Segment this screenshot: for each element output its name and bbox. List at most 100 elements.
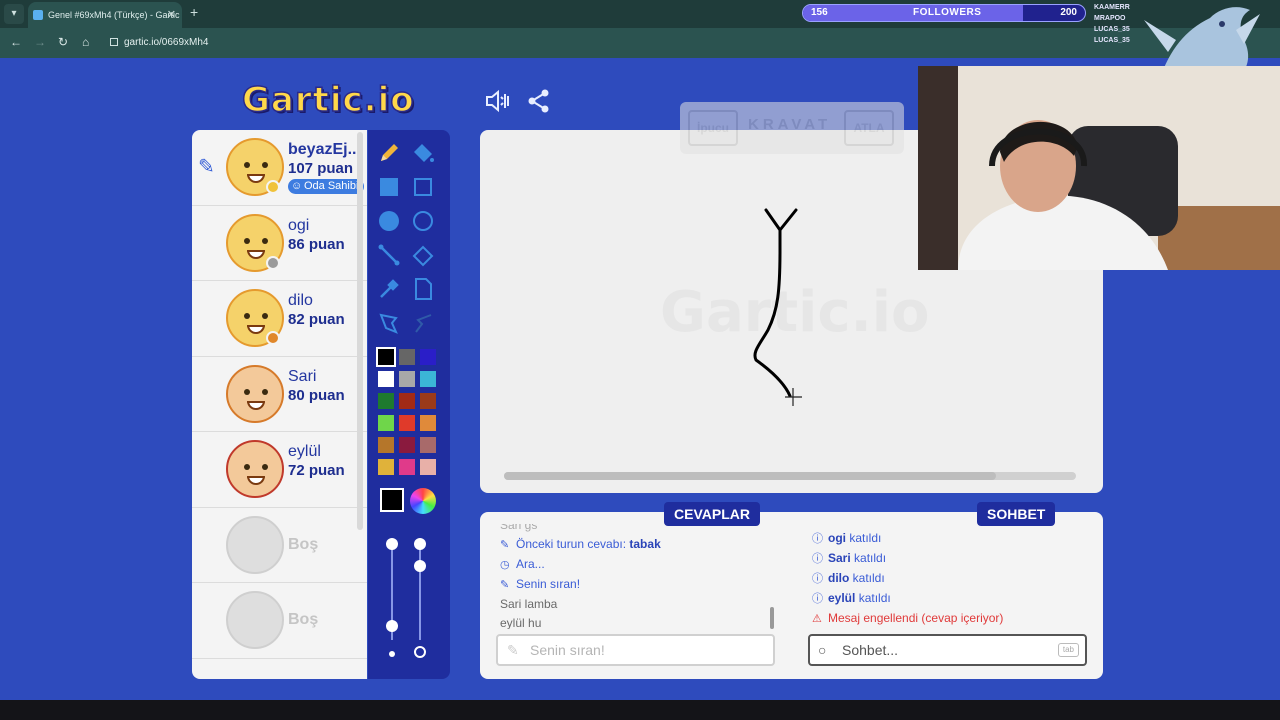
player-row[interactable]: Sari 80 puan <box>192 357 367 432</box>
new-tab-icon[interactable]: + <box>190 4 198 20</box>
chat-message: ⓘ dilo katıldı <box>812 569 1003 589</box>
previous-answer: tabak <box>629 537 661 551</box>
chat-messages: ⓘ ogi katıldı ⓘ Sari katıldı ⓘ dilo katıldı… <box>812 529 1003 629</box>
pencil-tool-icon[interactable] <box>376 140 402 166</box>
fill-bucket-icon[interactable] <box>410 140 436 166</box>
player-score: 86 puan <box>288 235 345 253</box>
answer-input[interactable]: ✎ Senin sıran! <box>496 634 775 666</box>
search-icon: ○ <box>818 642 827 658</box>
answer-message: Sari lamba <box>500 597 558 611</box>
recent-follower: MRAPOO <box>1094 15 1126 22</box>
color-swatch[interactable] <box>399 349 415 365</box>
webcam-overlay <box>918 66 1280 270</box>
sound-muted-icon[interactable] <box>484 88 510 114</box>
info-icon: ⓘ <box>812 553 823 565</box>
color-swatch[interactable] <box>420 437 436 453</box>
filled-circle-icon[interactable] <box>376 208 402 234</box>
clock-icon: ◷ <box>500 559 510 571</box>
answers-chat-panel: CEVAPLAR SOHBET Sari gs ✎ Önceki turun ce… <box>480 502 1103 679</box>
followers-goal: 200 <box>1060 7 1077 18</box>
drawing-toolbar <box>368 130 450 679</box>
player-row[interactable]: eylül 72 puan <box>192 432 367 508</box>
circle-outline-icon[interactable] <box>410 208 436 234</box>
answers-scrollbar[interactable] <box>770 607 774 629</box>
warning-icon: ⚠ <box>812 613 822 625</box>
empty-slot: Boş <box>192 508 367 583</box>
home-icon[interactable]: ⌂ <box>82 35 89 49</box>
color-swatch[interactable] <box>378 437 394 453</box>
color-swatch[interactable] <box>420 459 436 475</box>
chat-input-placeholder: Sohbet... <box>842 642 899 658</box>
chat-input[interactable]: ○ Sohbet... tab <box>808 634 1087 666</box>
color-swatch[interactable] <box>420 415 436 431</box>
tab-list-chevron-icon[interactable]: ▾ <box>4 4 24 24</box>
site-info-icon[interactable] <box>110 38 118 47</box>
browser-tab[interactable]: Genel #69xMh4 (Türkçe) - Gartic ✕ <box>28 2 182 28</box>
reload-icon[interactable]: ↻ <box>58 35 68 49</box>
brush-size-max-knob[interactable] <box>386 538 398 550</box>
player-row[interactable]: ogi 86 puan <box>192 206 367 281</box>
opacity-max-knob[interactable] <box>414 538 426 550</box>
player-name: dilo <box>288 292 313 309</box>
back-icon[interactable]: ← <box>10 35 22 49</box>
answers-header: CEVAPLAR <box>664 502 760 526</box>
color-swatch[interactable] <box>378 393 394 409</box>
color-swatch[interactable] <box>378 459 394 475</box>
player-score: 107 puan <box>288 160 354 177</box>
hint-button[interactable]: İpucu <box>688 110 738 146</box>
undo-icon[interactable] <box>376 310 402 336</box>
info-icon: ⓘ <box>812 573 823 585</box>
url-field[interactable]: gartic.io/0669xMh4 <box>110 34 209 52</box>
info-icon: ⓘ <box>812 533 823 545</box>
answer-message: ✎ Senin sıran! <box>500 575 780 595</box>
tab-close-icon[interactable]: ✕ <box>167 2 176 28</box>
player-score: 72 puan <box>288 462 345 479</box>
chat-message: ⚠ Mesaj engellendi (cevap içeriyor) <box>812 609 1003 629</box>
brush-size-knob[interactable] <box>386 620 398 632</box>
line-tool-icon[interactable] <box>376 242 402 268</box>
eraser-icon[interactable] <box>410 242 436 268</box>
chat-message: ⓘ eylül katıldı <box>812 589 1003 609</box>
color-swatch[interactable] <box>378 371 394 387</box>
color-swatch[interactable] <box>420 393 436 409</box>
skip-button[interactable]: ATLA <box>844 110 894 146</box>
favicon-icon <box>33 10 43 20</box>
rectangle-outline-icon[interactable] <box>410 174 436 200</box>
forward-icon[interactable]: → <box>34 35 46 49</box>
filled-rectangle-icon[interactable] <box>376 174 402 200</box>
color-swatch[interactable] <box>420 371 436 387</box>
color-swatch[interactable] <box>399 437 415 453</box>
new-page-icon[interactable] <box>410 276 436 302</box>
info-icon: ⓘ <box>812 593 823 605</box>
gartic-logo[interactable]: Gartic.io <box>241 79 415 121</box>
share-icon[interactable] <box>526 88 552 114</box>
tab-title: Genel #69xMh4 (Türkçe) - Gartic <box>48 10 180 20</box>
pencil-icon: ✎ <box>507 642 519 658</box>
player-row[interactable]: ✎ beyazEj... 107 puan Oda Sahibi <box>192 130 367 206</box>
answer-message: ◷ Ara... <box>500 555 780 575</box>
canvas-scroll-thumb[interactable] <box>504 472 996 480</box>
status-dot <box>266 255 280 270</box>
min-size-dot <box>389 651 395 657</box>
player-name: ogi <box>288 216 310 234</box>
players-scrollbar[interactable] <box>357 132 363 530</box>
current-color-swatch <box>380 488 404 512</box>
canvas-scrollbar[interactable] <box>504 472 1076 480</box>
drawing-pencil-icon: ✎ <box>198 156 215 178</box>
redo-icon[interactable] <box>410 310 436 336</box>
player-row[interactable]: dilo 82 puan <box>192 281 367 357</box>
color-swatch[interactable] <box>378 415 394 431</box>
empty-slot-label: Boş <box>288 535 319 553</box>
color-swatch[interactable] <box>399 371 415 387</box>
color-picker-icon[interactable] <box>410 488 436 514</box>
secret-word: KRAVAT <box>748 116 832 133</box>
tab-key-hint: tab <box>1057 643 1079 657</box>
color-swatch[interactable] <box>399 393 415 409</box>
opacity-knob[interactable] <box>414 560 426 572</box>
color-swatch[interactable] <box>376 347 396 367</box>
color-swatch[interactable] <box>420 349 436 365</box>
chat-message: ⓘ Sari katıldı <box>812 549 1003 569</box>
color-swatch[interactable] <box>399 459 415 475</box>
color-swatch[interactable] <box>399 415 415 431</box>
eyedropper-icon[interactable] <box>376 276 402 302</box>
